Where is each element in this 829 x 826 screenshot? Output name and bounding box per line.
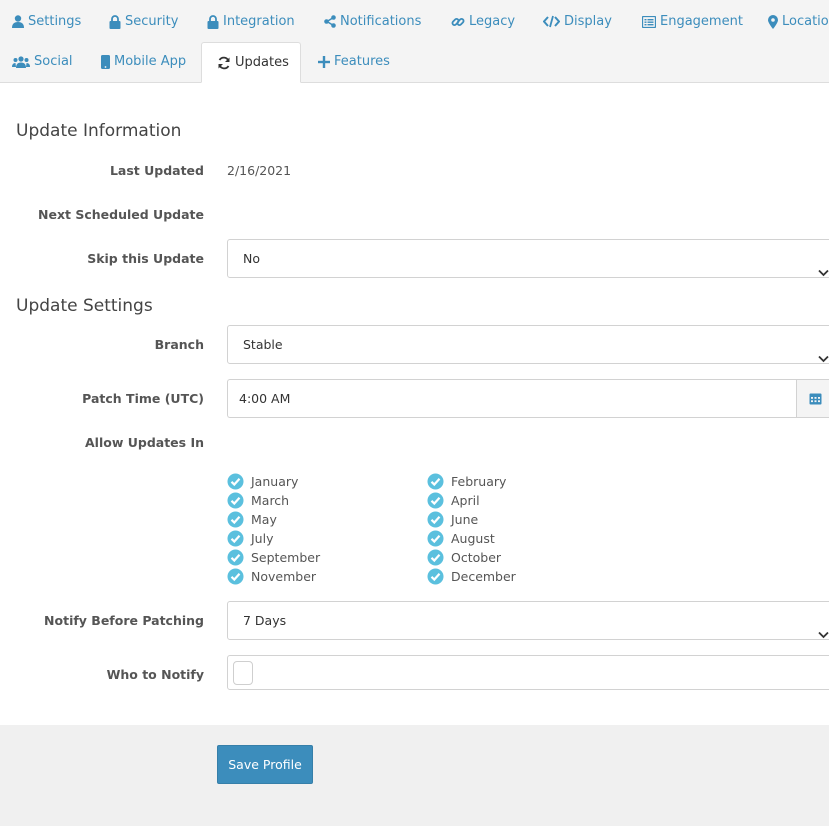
tab-label: Settings: [28, 14, 82, 29]
month-label: December: [451, 569, 516, 584]
mobile-icon: [101, 54, 110, 69]
tab-engagement[interactable]: Engagement: [642, 2, 743, 42]
last-updated-value: 2/16/2021: [227, 163, 292, 178]
skip-update-value: No: [243, 251, 260, 266]
calendar-button[interactable]: [796, 379, 829, 418]
tab-label: Legacy: [469, 14, 516, 29]
chevron-down-icon: [818, 254, 829, 291]
tab-display[interactable]: Display: [543, 2, 612, 42]
code-icon: [543, 15, 560, 28]
patch-time-label: Patch Time (UTC): [82, 391, 204, 406]
update-information-heading: Update Information: [16, 121, 182, 141]
notify-before-label: Notify Before Patching: [44, 613, 204, 628]
check-circle-icon: [227, 568, 244, 590]
last-updated-label: Last Updated: [109, 163, 204, 178]
tab-bar: Settings Security Integration Notificati…: [0, 0, 829, 83]
tab-label: Display: [564, 14, 612, 29]
month-label: September: [251, 550, 321, 565]
who-to-notify-label: Who to Notify: [106, 667, 204, 682]
tab-label: Engagement: [660, 14, 743, 29]
form-footer: Save Profile: [0, 725, 829, 826]
skip-update-label: Skip this Update: [87, 251, 204, 266]
month-label: April: [451, 493, 480, 508]
lock-icon: [207, 14, 219, 29]
next-scheduled-label: Next Scheduled Update: [38, 207, 204, 222]
tab-label: Security: [125, 14, 179, 29]
notify-before-select[interactable]: 7 Days: [227, 601, 829, 640]
notify-before-value: 7 Days: [243, 613, 287, 628]
branch-select[interactable]: Stable: [227, 325, 829, 364]
refresh-icon: [217, 56, 231, 70]
tab-location[interactable]: Location: [768, 2, 829, 42]
users-icon: [12, 55, 30, 68]
tab-label: Social: [34, 54, 73, 69]
link-icon: [451, 15, 465, 29]
allow-updates-label: Allow Updates In: [84, 435, 204, 450]
branch-value: Stable: [243, 337, 283, 352]
month-label: November: [251, 569, 317, 584]
tab-security[interactable]: Security: [109, 2, 178, 42]
patch-time-input[interactable]: 4:00 AM: [227, 379, 797, 418]
chevron-down-icon: [818, 616, 829, 653]
branch-label: Branch: [154, 337, 204, 352]
month-label: October: [451, 550, 502, 565]
save-profile-button[interactable]: Save Profile: [217, 745, 313, 784]
lock-icon: [109, 14, 121, 29]
tab-label: Location: [782, 14, 829, 29]
tab-notifications[interactable]: Notifications: [324, 2, 421, 42]
tab-label: Notifications: [340, 14, 422, 29]
update-settings-heading: Update Settings: [16, 296, 153, 316]
who-to-notify-tag-input[interactable]: [233, 661, 253, 685]
tab-updates[interactable]: Updates: [201, 42, 301, 83]
list-icon: [642, 15, 656, 28]
map-marker-icon: [768, 14, 778, 29]
month-label: August: [451, 531, 495, 546]
skip-update-select[interactable]: No: [227, 239, 829, 278]
user-icon: [12, 15, 24, 28]
tab-label: Updates: [235, 55, 289, 70]
tab-settings[interactable]: Settings: [12, 2, 81, 42]
month-label: January: [251, 474, 299, 489]
patch-time-value: 4:00 AM: [239, 391, 291, 406]
check-circle-icon: [427, 568, 444, 590]
who-to-notify-input[interactable]: [227, 655, 829, 690]
tab-features[interactable]: Features: [318, 42, 390, 82]
plus-icon: [318, 55, 330, 68]
tab-legacy[interactable]: Legacy: [451, 2, 515, 42]
month-label: February: [451, 474, 507, 489]
month-label: July: [251, 531, 274, 546]
tab-integration[interactable]: Integration: [207, 2, 295, 42]
tab-label: Integration: [223, 14, 295, 29]
tab-label: Features: [334, 54, 390, 69]
month-label: June: [451, 512, 479, 527]
tab-label: Mobile App: [114, 54, 187, 69]
tab-social[interactable]: Social: [12, 42, 73, 82]
tab-mobile-app[interactable]: Mobile App: [101, 42, 186, 82]
chevron-down-icon: [818, 340, 829, 377]
month-label: March: [251, 493, 290, 508]
share-icon: [324, 15, 336, 28]
month-label: May: [251, 512, 277, 527]
